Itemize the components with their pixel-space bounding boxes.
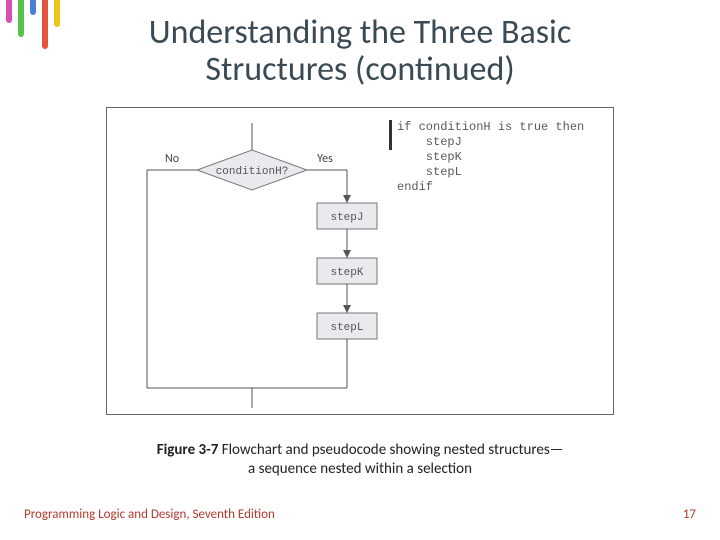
footer-page-number: 17: [683, 507, 696, 522]
text-cursor-icon: [389, 120, 392, 150]
yes-label: Yes: [317, 152, 333, 166]
title-line1: Understanding the Three Basic: [149, 12, 571, 53]
caption-lead: Figure 3-7: [157, 441, 219, 459]
figure-caption: Figure 3-7 Flowchart and pseudocode show…: [0, 441, 720, 480]
stepk-label: stepK: [330, 267, 363, 279]
slide-title: Understanding the Three Basic Structures…: [0, 0, 720, 97]
pseudo-line-5: endif: [397, 180, 433, 194]
caption-line1: Flowchart and pseudocode showing nested …: [218, 441, 563, 459]
caption-line2: a sequence nested within a selection: [248, 460, 472, 478]
slide-footer: Programming Logic and Design, Seventh Ed…: [24, 507, 696, 522]
pseudo-line-2: stepJ: [397, 135, 462, 149]
figure-3-7: conditionH? No Yes stepJ stepK stepL if …: [106, 107, 614, 415]
stepl-label: stepL: [330, 322, 363, 334]
title-line2: Structures (continued): [205, 49, 514, 90]
no-label: No: [165, 152, 179, 166]
footer-book-title: Programming Logic and Design, Seventh Ed…: [24, 507, 275, 522]
stepj-label: stepJ: [330, 212, 363, 224]
pseudo-line-4: stepL: [397, 165, 462, 179]
pseudo-line-1: if conditionH is true then: [397, 120, 584, 134]
pseudocode-block: if conditionH is true then stepJ stepK s…: [397, 120, 584, 195]
decision-label: conditionH?: [216, 166, 289, 178]
pseudo-line-3: stepK: [397, 150, 462, 164]
